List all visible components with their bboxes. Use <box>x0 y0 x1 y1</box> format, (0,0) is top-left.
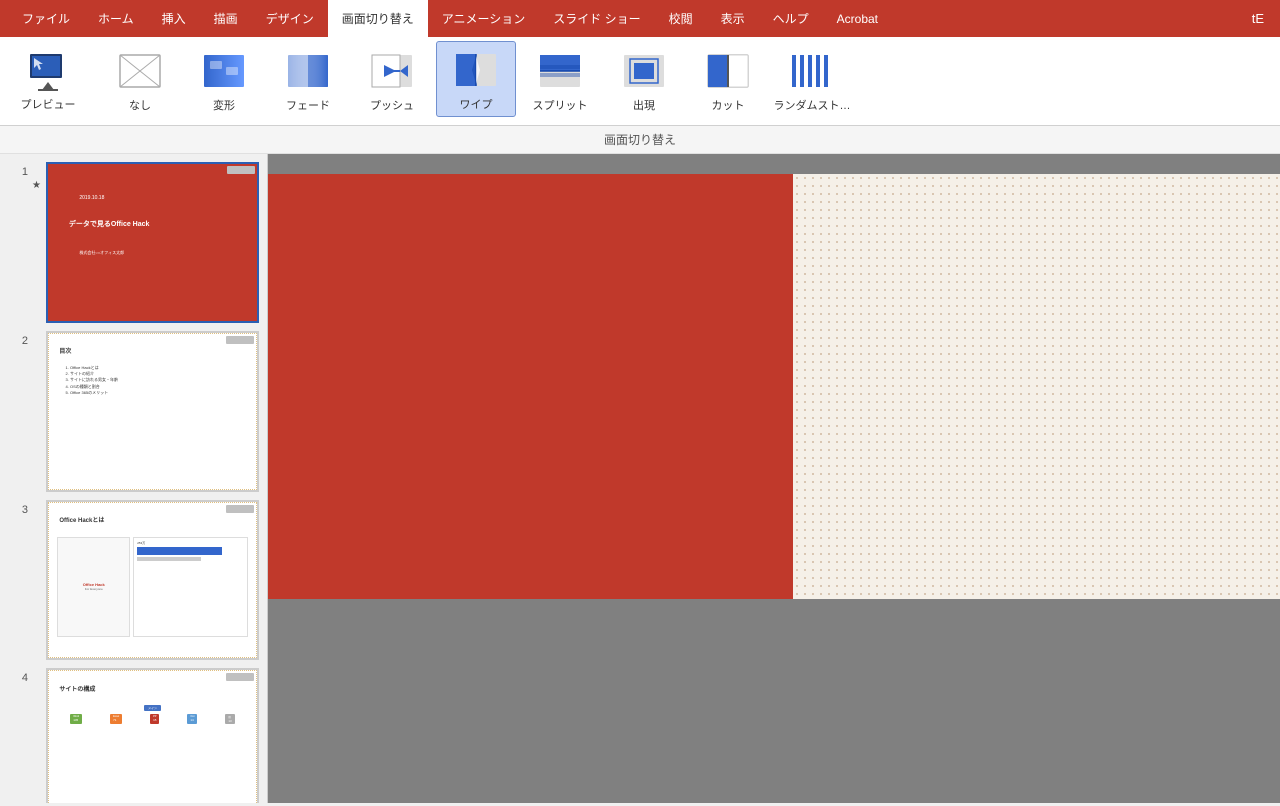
transition-nashi[interactable]: なし <box>100 41 180 117</box>
slide-badge-4 <box>226 673 254 681</box>
preview-button[interactable]: プレビュー <box>8 41 88 117</box>
slide-star-1: ★ <box>32 180 44 191</box>
transition-push[interactable]: プッシュ <box>352 41 432 117</box>
push-icon <box>368 47 416 95</box>
slide-panel[interactable]: 1 ★ 2019.10.18 データで見るOffice Hack 株式会社○○オ… <box>0 154 268 803</box>
menu-transitions[interactable]: 画面切り替え <box>328 0 428 37</box>
menu-help[interactable]: ヘルプ <box>759 0 823 37</box>
slide-thumb-3[interactable]: 3 Office Hackとは Office Hack For Everyone <box>8 500 259 661</box>
transition-random[interactable]: ランダムスト… <box>772 41 852 117</box>
section-label: 画面切り替え <box>0 126 1280 154</box>
main-slide-left <box>268 174 793 599</box>
shutsugen-label: 出現 <box>633 97 655 113</box>
random-label: ランダムスト… <box>774 97 851 113</box>
menu-bar: ファイル ホーム 挿入 描画 デザイン 画面切り替え アニメーション スライド … <box>0 0 1280 37</box>
s2-items: 1. Office Hackとは 2. サイトの紹介 3. サイトに訪れる男女・… <box>66 365 118 397</box>
cut-label: カット <box>712 97 745 113</box>
wipe-label: ワイプ <box>460 96 493 112</box>
transition-henkei[interactable]: 変形 <box>184 41 264 117</box>
push-label: プッシュ <box>370 97 414 113</box>
transition-shutsugen[interactable]: 出現 <box>604 41 684 117</box>
slide-thumb-2[interactable]: 2 目次 1. Office Hackとは 2. サイトの紹介 3. サイトに訪… <box>8 331 259 492</box>
transition-split[interactable]: スプリット <box>520 41 600 117</box>
s4-title: サイトの構成 <box>59 684 95 693</box>
transition-cut[interactable]: カット <box>688 41 768 117</box>
slide-image-4[interactable]: サイトの構成 メイン Word145 Excel71 PP15 Out14 <box>46 668 259 803</box>
cut-icon <box>704 47 752 95</box>
henkei-label: 変形 <box>213 97 235 113</box>
menu-draw[interactable]: 描画 <box>200 0 252 37</box>
slide-content-3: Office Hackとは Office Hack For Everyone 2… <box>48 502 257 659</box>
ribbon: プレビュー なし <box>0 37 1280 126</box>
main-area: 1 ★ 2019.10.18 データで見るOffice Hack 株式会社○○オ… <box>0 154 1280 803</box>
menu-home[interactable]: ホーム <box>84 0 148 37</box>
user-area: tE <box>1244 0 1272 37</box>
henkei-icon <box>200 47 248 95</box>
menu-review[interactable]: 校閲 <box>655 0 707 37</box>
nashi-icon <box>116 47 164 95</box>
s2-title: 目次 <box>59 346 71 355</box>
nashi-label: なし <box>129 97 151 113</box>
slide-thumb-4[interactable]: 4 サイトの構成 メイン Word145 <box>8 668 259 803</box>
s1-title: データで見るOffice Hack <box>69 219 150 229</box>
menu-design[interactable]: デザイン <box>252 0 328 37</box>
slide-image-1[interactable]: 2019.10.18 データで見るOffice Hack 株式会社○○オフィス太… <box>46 162 259 323</box>
slide-content-1: 2019.10.18 データで見るOffice Hack 株式会社○○オフィス太… <box>48 164 257 321</box>
slide-number-2: 2 <box>8 335 28 347</box>
slide-number-4: 4 <box>8 672 28 684</box>
menu-view[interactable]: 表示 <box>707 0 759 37</box>
slide-content-4: サイトの構成 メイン Word145 Excel71 PP15 Out14 <box>48 670 257 803</box>
menu-acrobat[interactable]: Acrobat <box>823 0 892 37</box>
slide-number-3: 3 <box>8 504 28 516</box>
slide-badge-2 <box>226 336 254 344</box>
split-icon <box>536 47 584 95</box>
random-icon <box>788 47 836 95</box>
slide-badge-3 <box>226 505 254 513</box>
menu-file[interactable]: ファイル <box>8 0 84 37</box>
shutsugen-icon <box>620 47 668 95</box>
transition-wipe[interactable]: ワイプ <box>436 41 516 117</box>
split-label: スプリット <box>533 97 588 113</box>
s1-date: 2019.10.18 <box>79 195 104 201</box>
slide-number-1: 1 <box>8 166 28 178</box>
section-label-text: 画面切り替え <box>604 131 676 148</box>
slide-thumb-1[interactable]: 1 ★ 2019.10.18 データで見るOffice Hack 株式会社○○オ… <box>8 162 259 323</box>
transition-fade[interactable]: フェード <box>268 41 348 117</box>
slide-content-2: 目次 1. Office Hackとは 2. サイトの紹介 3. サイトに訪れる… <box>48 333 257 490</box>
preview-label: プレビュー <box>21 96 76 112</box>
fade-icon <box>284 47 332 95</box>
menu-animations[interactable]: アニメーション <box>428 0 540 37</box>
menu-insert[interactable]: 挿入 <box>148 0 200 37</box>
slide-image-2[interactable]: 目次 1. Office Hackとは 2. サイトの紹介 3. サイトに訪れる… <box>46 331 259 492</box>
fade-label: フェード <box>286 97 330 113</box>
s3-title: Office Hackとは <box>59 515 104 524</box>
slide-image-3[interactable]: Office Hackとは Office Hack For Everyone 2… <box>46 500 259 661</box>
wipe-icon <box>452 46 500 94</box>
slide-badge-1 <box>227 166 255 174</box>
main-slide-right: 2019.10.18 データで <box>793 174 1280 599</box>
ribbon-content: プレビュー なし <box>0 37 1280 125</box>
s1-sub: 株式会社○○オフィス太郎 <box>79 250 124 256</box>
preview-icon <box>24 46 72 94</box>
menu-slideshow[interactable]: スライド ショー <box>539 0 654 37</box>
app-title-area <box>892 0 1244 37</box>
canvas-area: 2019.10.18 データで <box>268 154 1280 803</box>
